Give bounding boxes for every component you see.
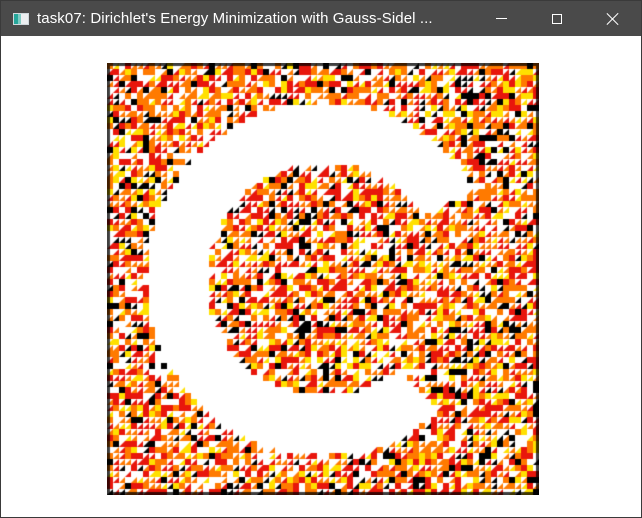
app-window-icon bbox=[13, 12, 29, 25]
minimize-icon bbox=[495, 18, 507, 19]
render-canvas[interactable] bbox=[107, 63, 539, 495]
app-window: task07: Dirichlet's Energy Minimization … bbox=[0, 0, 642, 518]
window-title: task07: Dirichlet's Energy Minimization … bbox=[37, 10, 433, 27]
title-bar[interactable]: task07: Dirichlet's Energy Minimization … bbox=[1, 1, 641, 36]
maximize-icon bbox=[552, 13, 562, 24]
client-area bbox=[1, 36, 641, 517]
minimize-button[interactable] bbox=[473, 1, 529, 36]
close-icon bbox=[607, 13, 619, 25]
close-button[interactable] bbox=[585, 1, 641, 36]
maximize-button[interactable] bbox=[529, 1, 585, 36]
window-controls bbox=[473, 1, 641, 36]
